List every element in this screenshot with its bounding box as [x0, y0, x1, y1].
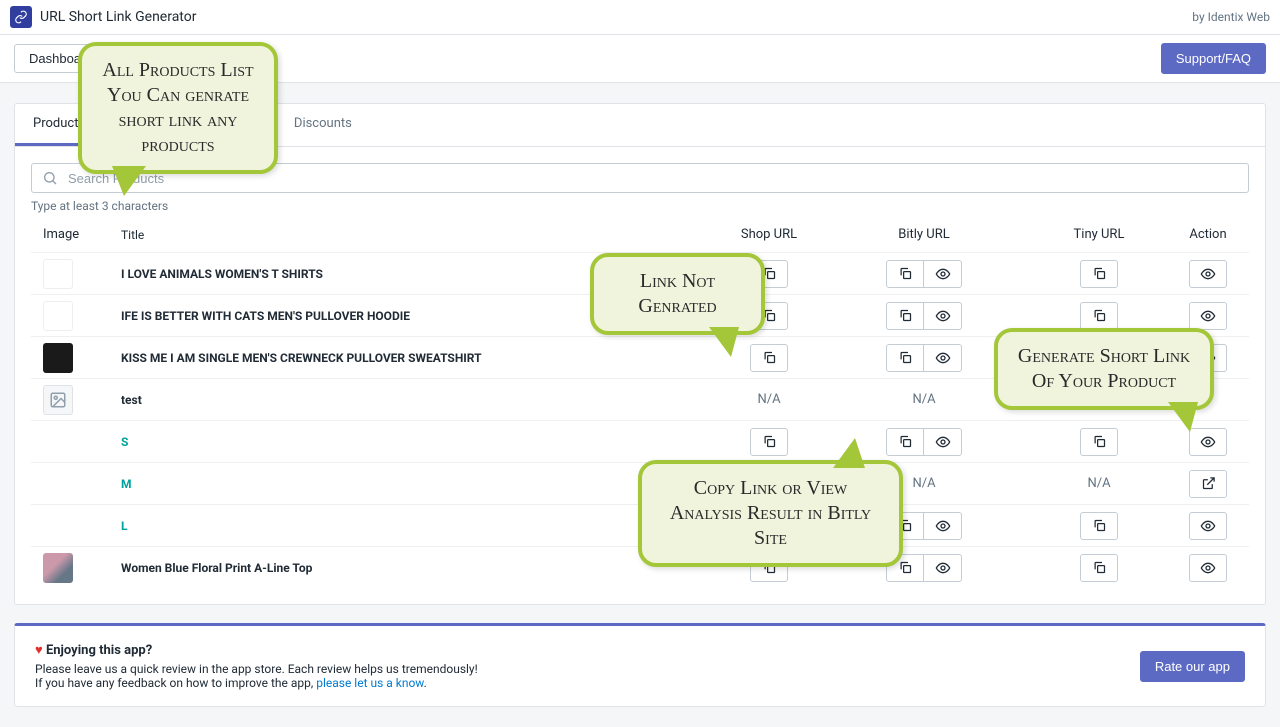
- search-helper: Type at least 3 characters: [31, 199, 1249, 213]
- footer-card: ♥ Enjoying this app? Please leave us a q…: [14, 623, 1266, 707]
- bitly-copy[interactable]: [886, 344, 924, 372]
- product-thumb: [43, 553, 73, 583]
- rate-our-app-button[interactable]: Rate our app: [1140, 651, 1245, 682]
- bitly-copy[interactable]: [886, 302, 924, 330]
- by-line: by Identix Web: [1192, 10, 1270, 24]
- action-eye[interactable]: [1189, 302, 1227, 330]
- bitly-view[interactable]: [924, 428, 962, 456]
- callout-link-not-generated: Link Not Genrated: [590, 253, 765, 335]
- app-title: URL Short Link Generator: [40, 9, 196, 25]
- product-title: test: [121, 393, 709, 407]
- product-title: M: [121, 477, 709, 491]
- product-title: KISS ME I AM SINGLE MEN'S CREWNECK PULLO…: [121, 351, 709, 365]
- shop-copy[interactable]: [750, 344, 788, 372]
- tiny-copy[interactable]: [1080, 428, 1118, 456]
- tab-discounts[interactable]: Discounts: [276, 104, 370, 146]
- product-title: S: [121, 435, 709, 449]
- tiny-na: N/A: [1087, 476, 1110, 491]
- callout-generate-short-link: Generate Short Link Of Your Product: [994, 328, 1214, 410]
- bitly-copy[interactable]: [886, 428, 924, 456]
- footer-line1: Please leave us a quick review in the ap…: [35, 662, 478, 676]
- tiny-copy[interactable]: [1080, 512, 1118, 540]
- callout-products-list: All Products List You Can genrate short …: [78, 42, 278, 174]
- topbar: URL Short Link Generator by Identix Web: [0, 0, 1280, 35]
- action-eye[interactable]: [1189, 260, 1227, 288]
- product-thumb: [43, 343, 73, 373]
- app-logo: [10, 6, 32, 28]
- bitly-view[interactable]: [924, 302, 962, 330]
- tiny-copy[interactable]: [1080, 260, 1118, 288]
- action-eye[interactable]: [1189, 554, 1227, 582]
- footer-heading: Enjoying this app?: [46, 643, 152, 658]
- product-thumb: [43, 385, 73, 415]
- shop-copy[interactable]: [750, 428, 788, 456]
- shop-na: N/A: [757, 392, 780, 407]
- product-title: L: [121, 519, 709, 533]
- col-tiny: Tiny URL: [1019, 227, 1179, 242]
- support-button[interactable]: Support/FAQ: [1161, 43, 1266, 74]
- bitly-copy[interactable]: [886, 260, 924, 288]
- search-icon: [42, 170, 58, 186]
- action-generate[interactable]: [1189, 470, 1227, 498]
- tiny-copy[interactable]: [1080, 554, 1118, 582]
- action-eye[interactable]: [1189, 512, 1227, 540]
- col-bitly: Bitly URL: [829, 227, 1019, 242]
- col-image: Image: [31, 227, 121, 242]
- footer-line2-pre: If you have any feedback on how to impro…: [35, 676, 316, 690]
- bitly-view[interactable]: [924, 512, 962, 540]
- bitly-na: N/A: [912, 392, 935, 407]
- callout-copy-view: Copy Link or View Analysis Result in Bit…: [638, 460, 903, 567]
- product-thumb: [43, 301, 73, 331]
- product-thumb: [43, 259, 73, 289]
- bitly-view[interactable]: [924, 344, 962, 372]
- footer-feedback-link[interactable]: please let us a know: [316, 676, 423, 690]
- bitly-view[interactable]: [924, 260, 962, 288]
- bitly-view[interactable]: [924, 554, 962, 582]
- product-title: Women Blue Floral Print A-Line Top: [121, 561, 709, 575]
- col-shop: Shop URL: [709, 227, 829, 242]
- table-row: S: [31, 420, 1249, 462]
- bitly-na: N/A: [912, 476, 935, 491]
- tiny-copy[interactable]: [1080, 302, 1118, 330]
- col-title: Title: [121, 228, 709, 242]
- col-action: Action: [1179, 227, 1249, 242]
- heart-icon: ♥: [35, 643, 43, 658]
